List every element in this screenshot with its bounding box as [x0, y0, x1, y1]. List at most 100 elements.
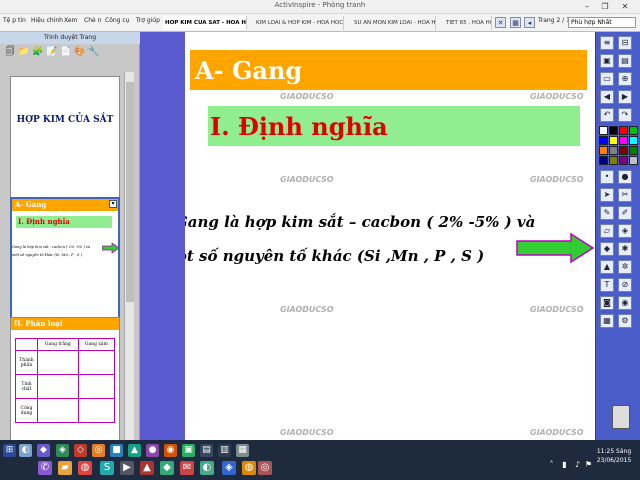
browser-properties-icon[interactable]: 📄 [60, 46, 72, 58]
tab-su-an-mon[interactable]: SU AN MON KIM LOAI - HOA HOC 1 [352, 16, 436, 30]
menu-edit[interactable]: Hiệu chỉnh [31, 17, 63, 24]
browser-notes-icon[interactable]: 📝 [46, 46, 58, 58]
browser-actions-icon[interactable]: 🎨 [74, 46, 86, 58]
taskbar-app-icon[interactable]: ◐ [19, 444, 32, 457]
tab-hop-kim-cua-sat[interactable]: HOP KIM CUA SAT - HOA HOC 1 [163, 16, 247, 30]
color-swatch[interactable] [599, 156, 608, 165]
menu-view[interactable]: Xem [64, 17, 77, 24]
toolbox-pin-icon[interactable]: ⊟ [618, 36, 632, 50]
page-thumbnail-2[interactable]: A- Gang ▾ I. Định nghĩa Gang là hợp kim … [10, 197, 120, 335]
prev-page-icon[interactable]: ◂ [524, 17, 535, 28]
fill-bucket-icon[interactable]: ▲ [600, 260, 614, 274]
tray-chevron-icon[interactable]: ˄ [545, 458, 558, 471]
clear-icon[interactable]: ⊘ [618, 278, 632, 292]
taskbar-app-icon[interactable]: ▲ [128, 444, 141, 457]
main-menu-icon[interactable]: ▣ [600, 54, 614, 68]
tray-network-icon[interactable]: ▮ [558, 458, 571, 471]
highlighter-icon[interactable]: ✐ [618, 206, 632, 220]
taskbar-app-icon[interactable]: ◎ [92, 444, 105, 457]
start-icon[interactable]: ⊞ [3, 444, 16, 457]
spotlight-icon[interactable]: ◉ [618, 296, 632, 310]
browser-objects-icon[interactable]: 🧩 [32, 46, 44, 58]
app-icon[interactable]: ▲ [140, 461, 154, 475]
pen-width-icon[interactable]: • [600, 170, 614, 184]
heading-gang-band[interactable]: A- Gang [190, 50, 587, 90]
taskbar-app-icon[interactable]: ● [146, 444, 159, 457]
system-clock[interactable]: 11:25 Sáng 23/06/2015 [592, 447, 636, 465]
browser-toggle-icon[interactable]: ▤ [618, 54, 632, 68]
activinspire-icon[interactable]: ◍ [242, 461, 256, 475]
tab-tiet-65[interactable]: TIET 65 , HOA HOC [444, 16, 492, 30]
app-icon[interactable]: ◎ [258, 461, 272, 475]
taskbar-app-icon[interactable]: ▤ [200, 444, 213, 457]
color-swatch[interactable] [629, 156, 638, 165]
redo-icon[interactable]: ↷ [618, 108, 632, 122]
taskbar-app-icon[interactable]: ▥ [218, 444, 231, 457]
page-thumb-icon[interactable]: ▦ [510, 17, 521, 28]
color-swatch[interactable] [629, 136, 638, 145]
taskbar-app-icon[interactable]: ◆ [37, 444, 50, 457]
app-icon[interactable]: ◆ [160, 461, 174, 475]
color-swatch[interactable] [629, 146, 638, 155]
app-icon[interactable]: ✉ [180, 461, 194, 475]
app-icon[interactable]: ◈ [222, 461, 236, 475]
pen-icon[interactable]: ✎ [600, 206, 614, 220]
page-browser-scrollbar[interactable] [124, 72, 134, 460]
tab-close-icon[interactable]: ✕ [495, 17, 506, 28]
color-swatch[interactable] [629, 126, 638, 135]
color-swatch[interactable] [619, 126, 628, 135]
zoom-select[interactable]: Phù hợp Nhất [568, 17, 636, 28]
eraser-icon[interactable]: ▱ [600, 224, 614, 238]
magic-ink-icon[interactable]: ✲ [618, 260, 632, 274]
page-thumbnail-1[interactable]: HỢP KIM CỦA SẮT [10, 76, 120, 200]
color-swatch[interactable] [609, 126, 618, 135]
browser-voting-icon[interactable]: 🔧 [88, 46, 100, 58]
page-zoom-icon[interactable]: ⊕ [618, 72, 632, 86]
viber-icon[interactable]: ✆ [38, 461, 52, 475]
text-icon[interactable]: T [600, 278, 614, 292]
app-icon[interactable]: ◐ [200, 461, 214, 475]
menu-help[interactable]: Trợ giúp [136, 17, 160, 24]
skype-icon[interactable]: S [100, 461, 114, 475]
browser-resources-icon[interactable]: 📁 [18, 46, 30, 58]
page-thumbnail-3[interactable]: II. Phân loại Gang trắng Gang xám Thành … [10, 317, 120, 457]
minimize-button[interactable]: – [580, 0, 594, 13]
menu-file[interactable]: Tệ p tin [3, 17, 26, 24]
color-swatch[interactable] [619, 136, 628, 145]
revealer-icon[interactable]: ▦ [600, 314, 614, 328]
color-swatch[interactable] [619, 156, 628, 165]
scissors-icon[interactable]: ✂ [618, 188, 632, 202]
taskbar-app-icon[interactable]: ◉ [164, 444, 177, 457]
toolbox-menu-icon[interactable]: ≡ [600, 36, 614, 50]
pen-width-large-icon[interactable]: ● [618, 170, 632, 184]
trash-bin-icon[interactable] [612, 405, 630, 429]
undo-icon[interactable]: ↶ [600, 108, 614, 122]
browser-pages-icon[interactable]: 🗐 [4, 46, 16, 58]
media-icon[interactable]: ▶ [120, 461, 134, 475]
menu-insert[interactable]: Chè n [84, 17, 101, 24]
color-swatch[interactable] [609, 156, 618, 165]
taskbar-app-icon[interactable]: ▣ [182, 444, 195, 457]
close-button[interactable]: ✕ [618, 0, 632, 13]
new-page-icon[interactable]: ▭ [600, 72, 614, 86]
chrome-icon[interactable]: ◍ [78, 461, 92, 475]
shape-icon[interactable]: ◆ [600, 242, 614, 256]
taskbar-app-icon[interactable]: ▦ [236, 444, 249, 457]
select-icon[interactable]: ➤ [600, 188, 614, 202]
scrollbar-thumb[interactable] [126, 82, 134, 302]
color-swatch[interactable] [599, 126, 608, 135]
next-page-icon[interactable]: ▶ [618, 90, 632, 104]
connector-icon[interactable]: ✱ [618, 242, 632, 256]
taskbar-app-icon[interactable]: ■ [110, 444, 123, 457]
color-swatch[interactable] [599, 136, 608, 145]
taskbar-app-icon[interactable]: ◇ [74, 444, 87, 457]
fill-icon[interactable]: ◈ [618, 224, 632, 238]
camera-icon[interactable]: ◙ [600, 296, 614, 310]
heading-dinh-nghia-band[interactable]: I. Định nghĩa [208, 106, 580, 146]
color-swatch[interactable] [609, 146, 618, 155]
tab-kim-loai-hop-kim[interactable]: KIM LOAI & HOP KIM - HOA HOC 12 [254, 16, 344, 30]
green-arrow-icon[interactable] [515, 232, 595, 264]
color-swatch[interactable] [619, 146, 628, 155]
definition-line-1[interactable]: Gang là hợp kim sắt – cacbon ( 2% -5% ) … [185, 213, 535, 231]
folder-icon[interactable]: ▰ [58, 461, 72, 475]
